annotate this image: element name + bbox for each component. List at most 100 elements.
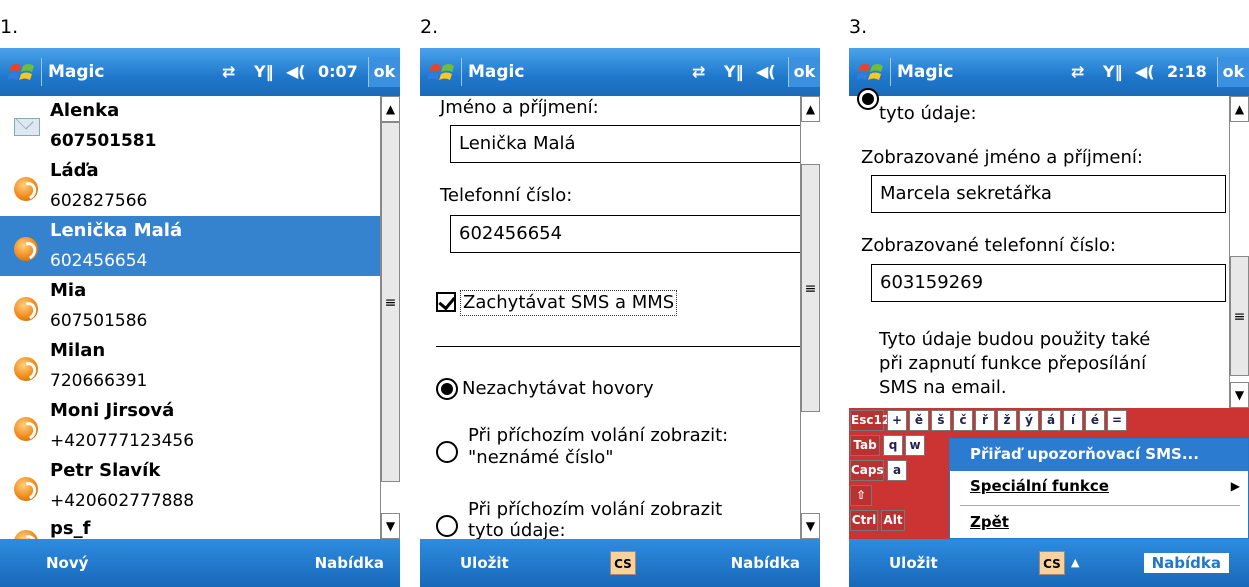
scroll-thumb[interactable]: ≡	[381, 122, 400, 482]
connectivity-icon[interactable]: ⇄	[1071, 61, 1084, 83]
info-text-3: SMS na email.	[879, 377, 1007, 398]
info-text-2: při zapnutí funkce přeposílání	[879, 353, 1147, 374]
key-tab[interactable]: Tab	[850, 435, 880, 456]
scroll-up-icon[interactable]: ▲	[1230, 96, 1249, 122]
clock-time[interactable]: 2:18	[1167, 61, 1207, 83]
key-ctrl[interactable]: Ctrl	[850, 510, 878, 531]
key[interactable]: a	[887, 460, 907, 481]
scroll-thumb[interactable]: ≡	[801, 164, 820, 412]
contact-name: Mia	[50, 280, 87, 301]
radio-unknown-label-1: Při příchozím volání zobrazit:	[468, 425, 729, 446]
menu-item-special-functions[interactable]: Speciální funkce ▶	[950, 471, 1248, 503]
softkey-new[interactable]: Nový	[46, 553, 88, 573]
scrollbar[interactable]: ▲ ≡ ▼	[800, 96, 820, 539]
device-screen: Magic ⇄ Y‖ ◀( 2:18 ok tyto údaje: Zobraz…	[849, 48, 1249, 587]
softkey-menu-active[interactable]: Nabídka	[1143, 553, 1229, 573]
windows-start-icon[interactable]	[8, 58, 36, 86]
softkey-bar: Uložit CS ▲ Nabídka	[849, 539, 1249, 587]
scroll-down-icon[interactable]: ▼	[381, 513, 400, 539]
volume-icon[interactable]: ◀(	[1135, 61, 1155, 83]
scroll-down-icon[interactable]: ▼	[1230, 382, 1249, 408]
scroll-up-icon[interactable]: ▲	[381, 96, 400, 122]
key[interactable]: á	[1041, 410, 1061, 431]
title-separator	[890, 58, 891, 86]
clock-time[interactable]: 0:07	[318, 61, 358, 83]
ok-button[interactable]: ok	[1217, 57, 1249, 87]
contact-item[interactable]: ps_f	[0, 516, 380, 539]
phone-field[interactable]: 602456654	[450, 215, 805, 253]
radio-unknown-number[interactable]	[436, 441, 458, 463]
contact-item[interactable]: Alenka 607501581	[0, 96, 380, 156]
key[interactable]: q	[883, 435, 903, 456]
key-esc-123[interactable]: Esc123	[850, 410, 899, 431]
scrollbar[interactable]: ▲ ≡ ▼	[1229, 96, 1249, 408]
envelope-icon	[14, 118, 40, 136]
ok-button[interactable]: ok	[788, 57, 820, 87]
input-method-button[interactable]: CS	[1039, 551, 1065, 575]
key[interactable]: ž	[997, 410, 1017, 431]
contact-item[interactable]: Mia 607501586	[0, 276, 380, 336]
ok-button[interactable]: ok	[368, 57, 400, 87]
windows-start-icon[interactable]	[428, 58, 456, 86]
radio-unknown-label-2: "neznámé číslo"	[468, 447, 614, 468]
key[interactable]: =	[1107, 410, 1127, 431]
contact-item[interactable]: Láďa 602827566	[0, 156, 380, 216]
display-phone-field[interactable]: 603159269	[871, 264, 1226, 302]
scroll-thumb[interactable]: ≡	[1230, 256, 1249, 376]
windows-start-icon[interactable]	[857, 58, 885, 86]
phone-icon	[14, 417, 38, 441]
signal-icon[interactable]: Y‖	[724, 61, 744, 83]
key-alt[interactable]: Alt	[881, 510, 905, 531]
name-field[interactable]: Lenička Malá	[450, 125, 805, 163]
key[interactable]: č	[953, 410, 973, 431]
scroll-down-icon[interactable]: ▼	[801, 513, 820, 539]
radio-show-details[interactable]	[857, 88, 879, 110]
phone-icon	[14, 357, 38, 381]
menu-item-back[interactable]: Zpět	[950, 507, 1248, 539]
key[interactable]: ý	[1019, 410, 1039, 431]
scrollbar[interactable]: ▲ ≡ ▼	[380, 96, 400, 539]
connectivity-icon[interactable]: ⇄	[692, 61, 705, 83]
contact-phone: +420602777888	[50, 491, 195, 511]
key[interactable]: é	[1085, 410, 1105, 431]
key[interactable]: +	[887, 410, 907, 431]
key-shift[interactable]: ⇧	[850, 485, 872, 506]
input-method-button[interactable]: CS	[610, 551, 636, 575]
key[interactable]: í	[1063, 410, 1083, 431]
radio-no-capture[interactable]	[436, 378, 458, 400]
softkey-menu[interactable]: Nabídka	[731, 553, 800, 573]
contact-item-selected[interactable]: Lenička Malá 602456654	[0, 216, 380, 276]
contact-name: Láďa	[50, 160, 99, 181]
phone-icon	[14, 297, 38, 321]
display-name-field[interactable]: Marcela sekretářka	[871, 175, 1226, 213]
key[interactable]: ě	[909, 410, 929, 431]
connectivity-icon[interactable]: ⇄	[222, 61, 235, 83]
key[interactable]: w	[905, 435, 925, 456]
capture-sms-checkbox[interactable]	[436, 292, 456, 312]
volume-icon[interactable]: ◀(	[286, 61, 306, 83]
menu-item-label: Přiřaď upozorňovací SMS...	[970, 445, 1199, 463]
volume-icon[interactable]: ◀(	[756, 61, 776, 83]
divider	[436, 346, 802, 347]
title-separator	[461, 58, 462, 86]
key[interactable]: ř	[975, 410, 995, 431]
softkey-menu[interactable]: Nabídka	[315, 553, 384, 573]
capture-sms-label[interactable]: Zachytávat SMS a MMS	[460, 290, 678, 316]
signal-icon[interactable]: Y‖	[1103, 61, 1123, 83]
menu-item-assign-sms[interactable]: Přiřaď upozorňovací SMS...	[950, 439, 1248, 471]
input-method-arrow-icon[interactable]: ▲	[1071, 553, 1079, 573]
contact-item[interactable]: Milan 720666391	[0, 336, 380, 396]
softkey-save[interactable]: Uložit	[460, 553, 509, 573]
radio-show-details[interactable]	[436, 515, 458, 537]
app-title: Magic	[48, 62, 105, 82]
scroll-up-icon[interactable]: ▲	[801, 96, 820, 122]
contact-item[interactable]: Petr Slavík +420602777888	[0, 456, 380, 516]
signal-icon[interactable]: Y‖	[254, 61, 274, 83]
softkey-save[interactable]: Uložit	[889, 553, 938, 573]
key-caps[interactable]: Caps	[850, 460, 884, 481]
contact-item[interactable]: Moni Jirsová +420777123456	[0, 396, 380, 456]
menu-item-label: Zpět	[970, 513, 1009, 531]
key[interactable]: š	[931, 410, 951, 431]
app-title: Magic	[897, 62, 954, 82]
display-phone-label: Zobrazované telefonní číslo:	[861, 235, 1116, 256]
